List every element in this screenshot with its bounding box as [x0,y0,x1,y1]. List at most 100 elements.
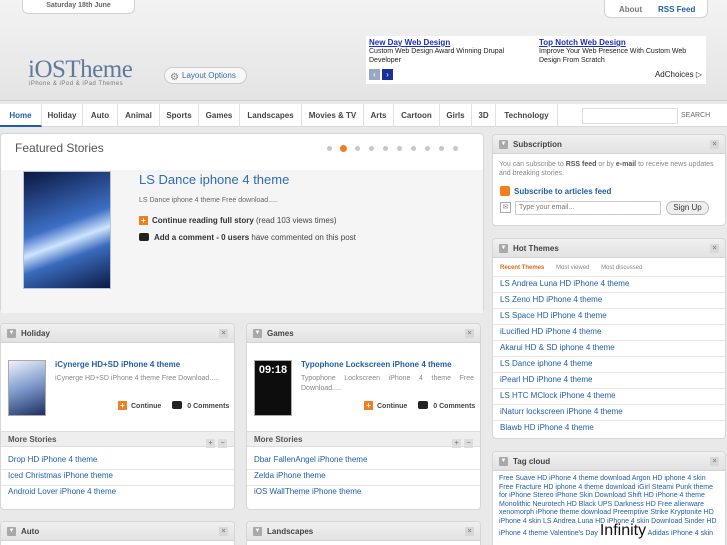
slider-dot[interactable] [439,146,444,151]
close-icon[interactable]: × [710,140,719,149]
site-logo[interactable]: iOSTheme [28,56,133,84]
collapse-icon[interactable]: ▼ [253,527,262,536]
nav-movies-tv[interactable]: Movies & TV [302,104,364,127]
hot-item[interactable]: iPearl HD iPhone 4 theme [500,375,593,384]
adchoices-label[interactable]: AdChoices ▷ [655,70,702,79]
post-title[interactable]: Typophone Lockscreen iPhone 4 theme [301,360,452,369]
main-nav: Home Holiday Auto Animal Sports Games La… [0,104,727,127]
continue-link[interactable]: Continue [131,403,161,410]
nav-girls[interactable]: Girls [440,104,472,127]
featured-desc: LS Dance iphone 4 theme Free download...… [139,197,278,204]
nav-technology[interactable]: Technology [496,104,558,127]
slider-dot[interactable] [383,146,388,151]
collapse-icon[interactable]: ▼ [7,329,16,338]
search-button[interactable]: SEARCH [681,108,719,124]
collapse-icon[interactable]: ▼ [499,140,508,149]
rss-feed-link[interactable]: RSS Feed [658,5,695,14]
list-item[interactable]: Dbar FallenAngel iPhone theme [254,455,367,464]
nav-cartoon[interactable]: Cartoon [394,104,440,127]
hot-item[interactable]: Akarui HD & SD iphone 4 theme [500,343,615,352]
nav-games[interactable]: Games [199,104,240,127]
tag-big[interactable]: Infinity [600,522,646,539]
close-icon[interactable]: × [219,527,228,536]
slider-dot[interactable] [425,146,430,151]
slider-dot[interactable] [397,146,402,151]
slider-dot[interactable] [327,146,332,151]
ad-item-right[interactable]: Top Notch Web Design Improve Your Web Pr… [539,38,707,65]
nav-home[interactable]: Home [0,104,42,127]
featured-title[interactable]: LS Dance iphone 4 theme [139,172,289,187]
nav-holiday[interactable]: Holiday [42,104,83,127]
hot-item[interactable]: LS Zeno HD iPhone 4 theme [500,295,602,304]
hot-item[interactable]: Blawb HD iPhone 4 theme [500,423,594,432]
hot-item[interactable]: LS HTC MClock iPhone 4 theme [500,391,616,400]
nav-auto[interactable]: Auto [83,104,118,127]
hot-item[interactable]: LS Andrea Luna HD iPhone 4 theme [500,279,629,288]
close-icon[interactable]: × [219,329,228,338]
tab-recent-themes[interactable]: Recent Themes [500,265,544,271]
nav-arts[interactable]: Arts [364,104,394,127]
featured-thumbnail[interactable] [23,171,111,289]
close-icon[interactable]: × [710,457,719,466]
ad-title-right[interactable]: Top Notch Web Design [539,38,707,47]
plus-icon[interactable]: + [206,439,215,448]
ad-item-left[interactable]: New Day Web Design Custom Web Design Awa… [369,38,537,65]
close-icon[interactable]: × [710,244,719,253]
comments-link[interactable]: 0 Comments [187,403,229,410]
hot-item[interactable]: iLucified HD iPhone 4 theme [500,327,601,336]
signup-button[interactable]: Sign Up [666,201,709,215]
nav-landscapes[interactable]: Landscapes [240,104,302,127]
plus-icon[interactable]: + [452,439,461,448]
post-thumbnail[interactable]: 09:18 [254,360,292,416]
minus-icon[interactable]: − [464,439,473,448]
collapse-icon[interactable]: ▼ [7,527,16,536]
tab-most-discussed[interactable]: Most discussed [601,265,642,271]
tab-most-viewed[interactable]: Most viewed [556,265,589,271]
subscribe-feed-link[interactable]: Subscribe to articles feed [500,186,611,196]
minus-icon[interactable]: − [218,439,227,448]
collapse-icon[interactable]: ▼ [499,457,508,466]
post-title[interactable]: iCynerge HD+SD iPhone 4 theme [55,360,180,369]
hot-item[interactable]: LS Dance iphone 4 theme [500,359,593,368]
list-item[interactable]: Android Lover iPhone 4 theme [8,487,116,496]
continue-link[interactable]: Continue [377,403,407,410]
continue-link[interactable]: Continue reading full story [152,216,254,225]
tag-cloud[interactable]: Free Suave HD iPhone 4 theme download Ar… [499,475,719,538]
layout-options-button[interactable]: ⚙ Layout Options [164,67,247,84]
auto-box: ▼ Auto × [0,521,235,545]
email-field[interactable]: Type your email... [515,201,661,215]
slider-dot[interactable] [369,146,374,151]
subscription-header: ▼ Subscription × [493,135,725,154]
list-item[interactable]: Drop HD iPhone 4 theme [8,455,97,464]
slider-dot[interactable] [411,146,416,151]
close-icon[interactable]: × [465,329,474,338]
layout-options-label: Layout Options [182,71,236,80]
nav-3d[interactable]: 3D [472,104,496,127]
slider-dot[interactable] [453,146,458,151]
hot-item[interactable]: LS Space HD iPhone 4 theme [500,311,607,320]
tag-tail[interactable]: Adidas iPhone 4 skin [648,530,713,537]
landscapes-title: Landscapes [267,527,314,536]
comments-link[interactable]: 0 Comments [433,403,475,410]
nav-animal[interactable]: Animal [118,104,160,127]
slider-dot-active[interactable] [340,145,347,152]
slider-dot[interactable] [355,146,360,151]
collapse-icon[interactable]: ▼ [253,329,262,338]
ad-prev-arrow-icon[interactable]: ‹ [369,69,380,80]
post-actions: + Continue 0 Comments [118,401,229,410]
collapse-icon[interactable]: ▼ [499,244,508,253]
add-comment-link[interactable]: Add a comment [154,233,214,242]
list-item[interactable]: Iced Christmas iPhone theme [8,471,113,480]
about-link[interactable]: About [619,5,642,14]
nav-sports[interactable]: Sports [160,104,199,127]
list-item[interactable]: Zelda iPhone theme [254,471,326,480]
close-icon[interactable]: × [465,527,474,536]
landscapes-box: ▼ Landscapes × [246,521,481,545]
search-input[interactable] [582,108,678,124]
list-item[interactable]: iOS WallTheme iPhone theme [254,487,361,496]
top-links: About RSS Feed [604,0,708,18]
ad-next-arrow-icon[interactable]: › [382,69,393,80]
hot-item[interactable]: iNaturr lockscreen iPhone 4 theme [500,407,623,416]
post-thumbnail[interactable] [8,360,46,416]
ad-title-left[interactable]: New Day Web Design [369,38,537,47]
